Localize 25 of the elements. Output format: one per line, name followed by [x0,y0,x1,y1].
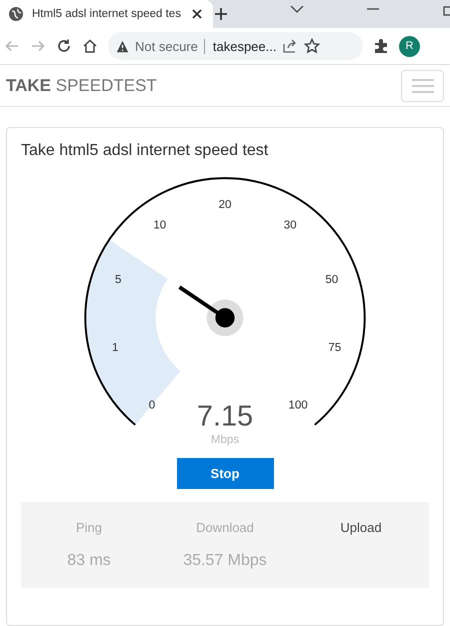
speed-unit: Mbps [210,434,240,446]
gauge-tick-label: 5 [114,274,122,286]
address-bar[interactable]: Not secure takespee... [108,32,363,60]
stat-label: Ping [76,520,102,535]
gauge-tick-label: 10 [153,220,166,232]
profile-avatar[interactable]: R [399,36,420,56]
speed-reading: 7.15 [196,400,254,433]
gauge-tick-label: 50 [325,274,338,286]
gauge-tick-label: 20 [218,199,232,211]
stat-value: 35.57 Mbps [183,552,267,570]
tab-title: Html5 adsl internet speed tes [32,8,181,20]
stat-label: Download [196,520,254,535]
gauge-tick-label: 30 [284,220,297,232]
gauge-tick-label: 75 [328,342,342,354]
security-label: Not secure [135,38,198,54]
card-title: Take html5 adsl internet speed test [21,142,268,160]
stat-label: Upload [340,520,382,535]
stop-button[interactable]: Stop [176,458,274,489]
stat-value: 83 ms [67,552,111,570]
gauge-tick-label: 1 [112,342,118,354]
browser-tab[interactable]: Html5 adsl internet speed tes [0,0,213,28]
gauge-tick-label: 100 [288,400,308,412]
site-logo[interactable]: TAKE SPEEDTEST [6,76,157,96]
gauge-tick-label: 0 [148,400,156,412]
url-text: takespee... [204,38,276,54]
